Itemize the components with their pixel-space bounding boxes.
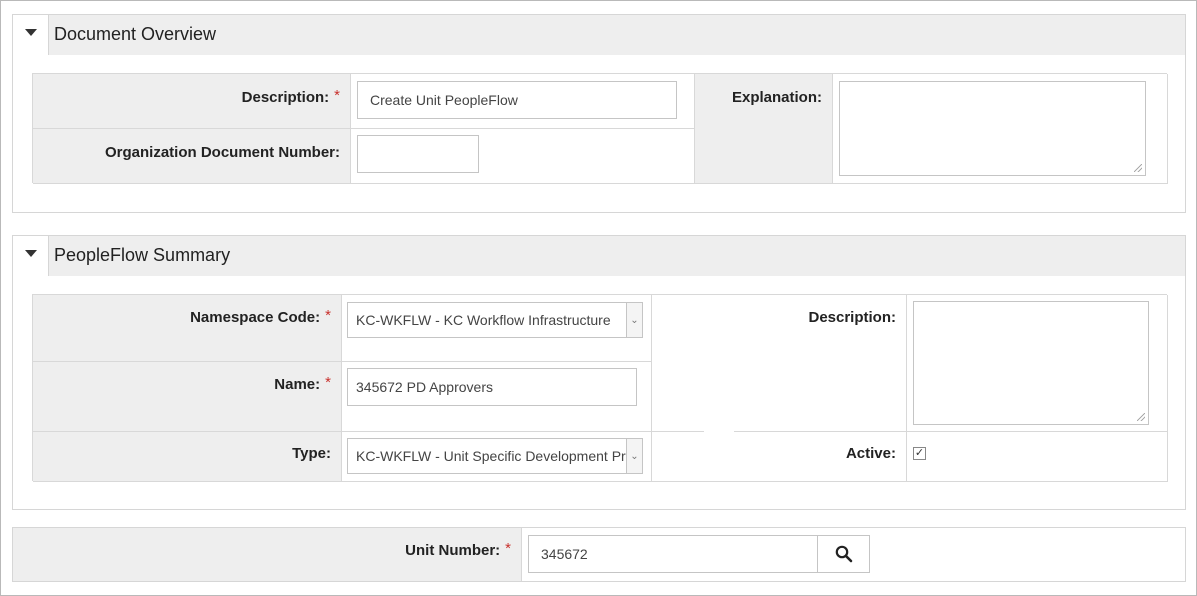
resize-grip-icon[interactable] [1134, 164, 1142, 172]
caret-down-icon [25, 250, 37, 257]
org-doc-number-label: Organization Document Number: [104, 144, 340, 161]
namespace-label-cell: Namespace Code: * [33, 295, 342, 362]
name-input[interactable]: 345672 PD Approvers [347, 368, 637, 406]
name-label: Name: [274, 376, 321, 393]
explanation-value-cell [833, 74, 1168, 184]
unit-number-value-cell: 345672 [522, 528, 1185, 581]
type-label: Type: [292, 445, 331, 462]
description-label: Description: [241, 89, 330, 106]
unit-number-label-cell: Unit Number: * [13, 528, 522, 581]
collapse-toggle[interactable] [13, 15, 49, 55]
required-marker: * [325, 374, 331, 391]
active-label-cell: Active: [652, 431, 907, 482]
namespace-select[interactable]: KC-WKFLW - KC Workflow Infrastructure ⌄ [347, 302, 643, 338]
unit-number-input[interactable]: 345672 [528, 535, 818, 573]
document-overview-grid: Description: * Create Unit PeopleFlow Org… [32, 73, 1168, 184]
active-value-cell: ✓ [907, 432, 1168, 482]
search-icon [835, 545, 852, 563]
collapse-toggle[interactable] [13, 236, 49, 276]
chevron-down-icon[interactable]: ⌄ [626, 439, 642, 473]
chevron-down-icon[interactable]: ⌄ [626, 303, 642, 337]
explanation-label-cell: Explanation: [695, 74, 833, 184]
org-doc-number-value-cell [351, 129, 695, 184]
unit-number-panel: Unit Number: * 345672 [12, 527, 1186, 582]
description-label-cell: Description: * [33, 74, 351, 129]
active-label: Active: [845, 445, 896, 462]
namespace-value-cell: KC-WKFLW - KC Workflow Infrastructure ⌄ [342, 295, 652, 362]
namespace-label: Namespace Code: [190, 309, 321, 326]
summary-description-label: Description: [808, 309, 896, 326]
name-value-cell: 345672 PD Approvers [342, 362, 652, 432]
peopleflow-summary-panel: PeopleFlow Summary Namespace Code: * KC-W… [12, 235, 1186, 510]
resize-grip-icon[interactable] [1137, 413, 1145, 421]
active-checkbox[interactable]: ✓ [913, 447, 926, 460]
caret-down-icon [25, 29, 37, 36]
description-input[interactable]: Create Unit PeopleFlow [357, 81, 677, 119]
type-value-cell: KC-WKFLW - Unit Specific Development Pr … [342, 432, 652, 482]
name-label-cell: Name: * [33, 362, 342, 432]
required-marker: * [505, 540, 511, 557]
required-marker: * [334, 87, 340, 104]
org-doc-number-input[interactable] [357, 135, 479, 173]
type-select[interactable]: KC-WKFLW - Unit Specific Development Pr … [347, 438, 643, 474]
summary-description-value-cell [907, 295, 1168, 432]
panel-header: PeopleFlow Summary [13, 236, 1185, 276]
document-overview-panel: Document Overview Description: * Create U… [12, 14, 1186, 213]
org-doc-number-label-cell: Organization Document Number: [33, 129, 351, 184]
explanation-textarea[interactable] [839, 81, 1146, 176]
required-marker: * [325, 307, 331, 324]
unit-search-button[interactable] [817, 535, 870, 573]
summary-description-textarea[interactable] [913, 301, 1149, 425]
namespace-selected-value: KC-WKFLW - KC Workflow Infrastructure [356, 312, 611, 328]
type-selected-value: KC-WKFLW - Unit Specific Development Pr [356, 448, 626, 464]
peopleflow-grid: Namespace Code: * KC-WKFLW - KC Workflow … [32, 294, 1168, 482]
summary-description-label-cell: Description: [652, 295, 907, 432]
unit-number-label: Unit Number: [405, 542, 501, 559]
description-value-cell: Create Unit PeopleFlow [351, 74, 695, 129]
panel-title: Document Overview [54, 24, 217, 44]
type-label-cell: Type: [33, 432, 342, 482]
panel-title: PeopleFlow Summary [54, 245, 231, 265]
explanation-label: Explanation: [731, 89, 822, 106]
panel-header: Document Overview [13, 15, 1185, 55]
